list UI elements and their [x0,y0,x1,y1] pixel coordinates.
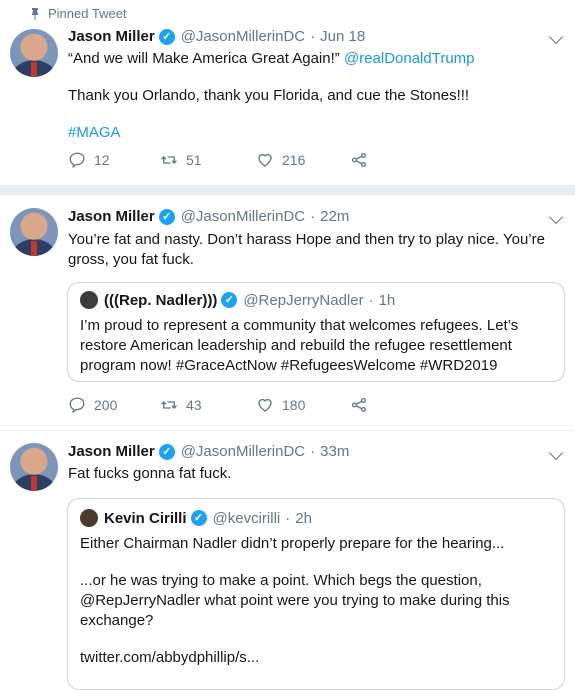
share-button[interactable] [350,151,376,169]
tweet-text: You’re fat and nasty. Don’t harass Hope … [68,231,545,268]
timestamp[interactable]: 33m [320,443,349,460]
heart-icon [258,398,272,412]
reply-count: 12 [94,152,110,168]
quoted-author-handle: @kevcirilli [212,509,281,527]
like-button[interactable]: 216 [256,151,305,169]
tweet[interactable]: Jason Miller ✓ @JasonMillerinDC · Jun 18… [0,0,575,183]
reply-button[interactable]: 12 [68,151,110,169]
avatar[interactable] [10,29,58,77]
chevron-down-icon[interactable] [548,209,564,225]
author-handle[interactable]: @JasonMillerinDC [181,28,305,45]
chevron-down-icon[interactable] [548,445,564,461]
quoted-timestamp: 1h [378,291,396,309]
timestamp[interactable]: 22m [320,208,349,225]
author-name[interactable]: Jason Miller [68,28,155,45]
tweet-header: Jason Miller ✓ @JasonMillerinDC · 22m [68,208,349,225]
reply-count: 200 [94,397,118,413]
quoted-author-name: Kevin Cirilli [104,509,187,527]
quoted-author-handle: @RepJerryNadler [243,291,364,309]
separator: · [310,443,316,460]
retweet-count: 51 [186,152,202,168]
heart-icon [258,153,272,167]
quoted-tweet-link[interactable]: twitter.com/abbydphillip/s... [80,648,552,668]
avatar [80,291,98,309]
chevron-down-icon[interactable] [548,29,564,45]
author-handle[interactable]: @JasonMillerinDC [181,208,305,225]
verified-icon: ✓ [158,208,175,225]
tweet-text: Fat fucks gonna fat fuck. [68,465,232,482]
author-name[interactable]: Jason Miller [68,443,155,460]
separator: · [285,509,291,527]
verified-icon: ✓ [221,292,238,308]
retweet-button[interactable]: 51 [160,151,202,169]
share-button[interactable] [350,396,376,414]
avatar[interactable] [10,208,58,256]
separator: · [368,291,374,309]
quoted-tweet[interactable]: (((Rep. Nadler))) ✓ @RepJerryNadler · 1h… [67,282,565,382]
reply-icon [69,152,85,169]
tweet-actions: 12 51 216 [68,151,398,171]
verified-icon: ✓ [158,28,175,45]
timestamp[interactable]: Jun 18 [320,28,365,45]
like-count: 216 [282,152,306,168]
quoted-timestamp: 2h [295,509,312,527]
reply-button[interactable]: 200 [68,396,117,414]
quoted-tweet-header: Kevin Cirilli ✓ @kevcirilli · 2h [80,509,312,527]
tweet-separator [0,185,575,195]
author-name[interactable]: Jason Miller [68,208,155,225]
author-handle[interactable]: @JasonMillerinDC [181,443,305,460]
like-count: 180 [282,397,306,413]
separator: · [310,208,316,225]
tweet-header: Jason Miller ✓ @JasonMillerinDC · Jun 18 [68,28,365,45]
retweet-count: 43 [186,397,202,413]
tweet-actions: 200 43 180 [68,396,398,416]
quoted-tweet-header: (((Rep. Nadler))) ✓ @RepJerryNadler · 1h [80,291,395,309]
hashtag-link[interactable]: #MAGA [68,123,121,143]
verified-icon: ✓ [158,443,175,460]
tweet-header: Jason Miller ✓ @JasonMillerinDC · 33m [68,443,349,460]
reply-icon [69,397,85,414]
tweet-text: “And we will Make America Great Again!” … [68,50,475,67]
tweet[interactable]: Jason Miller ✓ @JasonMillerinDC · 33m Fa… [0,431,575,690]
separator: · [310,28,316,45]
mention-link[interactable]: @realDonaldTrump [344,50,475,67]
retweet-button[interactable]: 43 [160,396,202,414]
tweet-text-line: Thank you Orlando, thank you Florida, an… [68,87,470,104]
retweet-icon [161,156,177,164]
quoted-tweet-text: ...or he was trying to make a point. Whi… [80,572,510,629]
avatar[interactable] [10,443,58,491]
quoted-author-name: (((Rep. Nadler))) [104,291,218,309]
quoted-tweet[interactable]: Kevin Cirilli ✓ @kevcirilli · 2h Either … [67,498,565,690]
retweet-icon [161,401,177,409]
verified-icon: ✓ [190,510,207,526]
avatar [80,509,98,527]
like-button[interactable]: 180 [256,396,305,414]
share-icon [351,397,367,413]
quoted-tweet-text: I’m proud to represent a community that … [80,317,519,374]
quoted-tweet-text: Either Chairman Nadler didn’t properly p… [80,535,505,552]
share-icon [351,152,367,168]
tweet[interactable]: Jason Miller ✓ @JasonMillerinDC · 22m Yo… [0,195,575,428]
